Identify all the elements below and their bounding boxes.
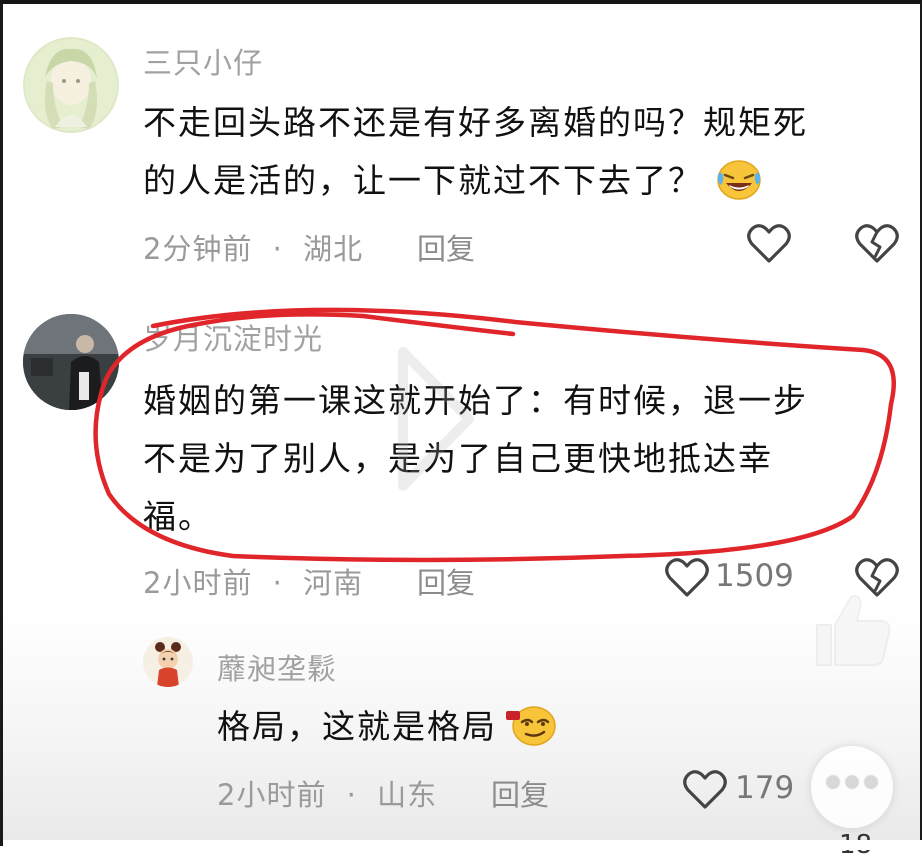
username[interactable]: 蘼昶垄鬏 (217, 646, 337, 688)
comment-meta: 2小时前 · 山东 (217, 772, 437, 814)
meta-separator: · (346, 778, 357, 812)
reply-button[interactable]: 回复 (491, 772, 549, 814)
comment-location: 山东 (377, 778, 438, 812)
play-icon[interactable] (395, 344, 475, 498)
avatar[interactable] (143, 637, 193, 687)
smug-emoji (504, 703, 556, 747)
thumbs-up-icon[interactable] (803, 589, 893, 673)
comment-section: 三只小仔 不走回头路不还是有好多离婚的吗？规矩死 的人是活的，让一下就过不下去了… (0, 0, 922, 860)
comment-text: 格局，这就是格局 (217, 698, 556, 756)
bottom-strip (3, 840, 922, 850)
more-icon[interactable] (811, 746, 893, 828)
heart-icon[interactable] (683, 769, 727, 815)
comment-time: 2小时前 (217, 778, 327, 812)
comment-text-line: 格局，这就是格局 (217, 707, 497, 746)
like-count: 179 (735, 770, 795, 806)
